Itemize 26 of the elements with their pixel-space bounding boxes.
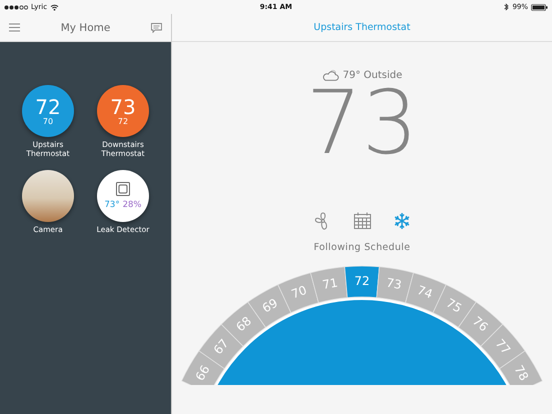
schedule-status: Following Schedule — [314, 242, 410, 253]
calendar-icon[interactable] — [354, 212, 370, 229]
bluetooth-icon — [504, 3, 510, 11]
signal-icon — [4, 4, 28, 10]
temperature-segment[interactable]: 73 — [376, 266, 414, 304]
home-title: My Home — [60, 22, 110, 34]
temperature-segment[interactable]: 74 — [405, 272, 446, 314]
temperature-segment[interactable]: 78 — [499, 350, 543, 385]
wifi-icon — [50, 4, 60, 10]
outside-temperature: 79° Outside — [342, 70, 402, 80]
temperature-segment[interactable]: 70 — [278, 272, 319, 314]
menu-icon[interactable] — [9, 23, 20, 32]
snowflake-icon[interactable] — [392, 212, 410, 230]
photo-placeholder[interactable] — [22, 170, 74, 222]
thermostat-title: Upstairs Thermostat — [314, 22, 410, 33]
leak-detector-tile[interactable]: 73° 28% — [97, 170, 149, 222]
battery-icon — [531, 4, 548, 10]
temperature-segment[interactable]: 75 — [432, 284, 476, 328]
temperature-segment[interactable]: 71 — [310, 266, 348, 304]
message-icon[interactable] — [151, 22, 162, 32]
cloud-icon — [322, 69, 339, 81]
thermostat-tile[interactable]: 72 70 — [22, 85, 74, 137]
sensor-icon — [116, 182, 130, 196]
temperature-segment[interactable]: 72 — [344, 266, 380, 298]
current-temperature: 73 — [306, 81, 418, 165]
thermostat-tile[interactable]: 73 72 — [97, 85, 149, 137]
